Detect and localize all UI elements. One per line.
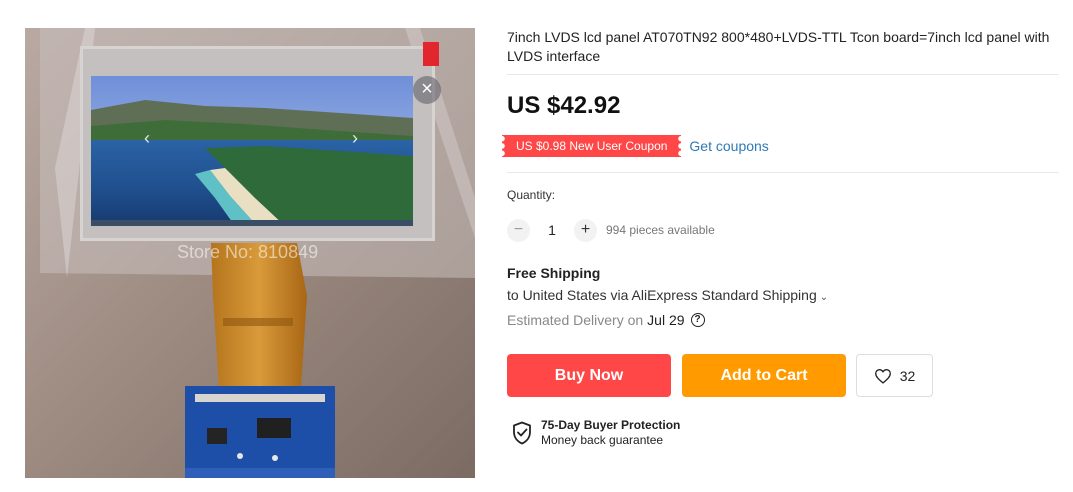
shipping-method-selector[interactable]: to United States via AliExpress Standard…: [507, 287, 828, 303]
quantity-label: Quantity:: [507, 188, 556, 202]
quantity-value[interactable]: 1: [530, 222, 574, 238]
add-to-cart-button[interactable]: Add to Cart: [682, 354, 846, 397]
chevron-down-icon[interactable]: ⌄: [820, 292, 828, 303]
quantity-stepper: − 1 + 994 pieces available: [507, 218, 715, 242]
close-icon[interactable]: ×: [413, 76, 441, 104]
protection-subtitle: Money back guarantee: [541, 433, 664, 447]
quantity-increase-button[interactable]: +: [574, 218, 597, 242]
chevron-left-icon[interactable]: ‹: [135, 128, 159, 148]
estimated-delivery: Estimated Delivery on Jul 29 ?: [507, 312, 705, 328]
action-buttons: Buy Now Add to Cart 32: [507, 354, 933, 397]
product-price: US $42.92: [507, 92, 621, 119]
heart-icon: [874, 368, 891, 384]
buyer-protection: 75-Day Buyer Protection Money back guara…: [512, 418, 680, 448]
delivery-label: Estimated Delivery on: [507, 312, 644, 328]
product-details: 7inch LVDS lcd panel AT070TN92 800*480+L…: [507, 28, 1059, 66]
chevron-right-icon[interactable]: ›: [343, 128, 367, 148]
price-divider: [507, 172, 1059, 173]
question-circle-icon[interactable]: ?: [690, 313, 705, 327]
shipping-method-text[interactable]: to United States via AliExpress Standard…: [507, 287, 817, 303]
coupon-row: US $0.98 New User Coupon Get coupons: [501, 135, 769, 157]
shipping-title: Free Shipping: [507, 265, 601, 281]
shield-check-icon: [513, 421, 531, 445]
store-watermark: Store No: 810849: [177, 242, 319, 262]
pieces-available: 994 pieces available: [606, 223, 715, 237]
buy-now-button[interactable]: Buy Now: [507, 354, 671, 397]
delivery-date: Jul 29: [647, 312, 685, 328]
quantity-decrease-button[interactable]: −: [507, 218, 530, 242]
title-divider: [507, 74, 1059, 75]
get-coupons-link[interactable]: Get coupons: [689, 138, 768, 154]
wishlist-button[interactable]: 32: [856, 354, 933, 397]
protection-title: 75-Day Buyer Protection: [541, 418, 681, 432]
product-title: 7inch LVDS lcd panel AT070TN92 800*480+L…: [507, 29, 1050, 64]
wishlist-count: 32: [899, 367, 916, 384]
new-user-coupon-badge[interactable]: US $0.98 New User Coupon: [501, 135, 682, 157]
product-image-gallery[interactable]: Store No: 810849 × ‹ ›: [25, 28, 475, 478]
